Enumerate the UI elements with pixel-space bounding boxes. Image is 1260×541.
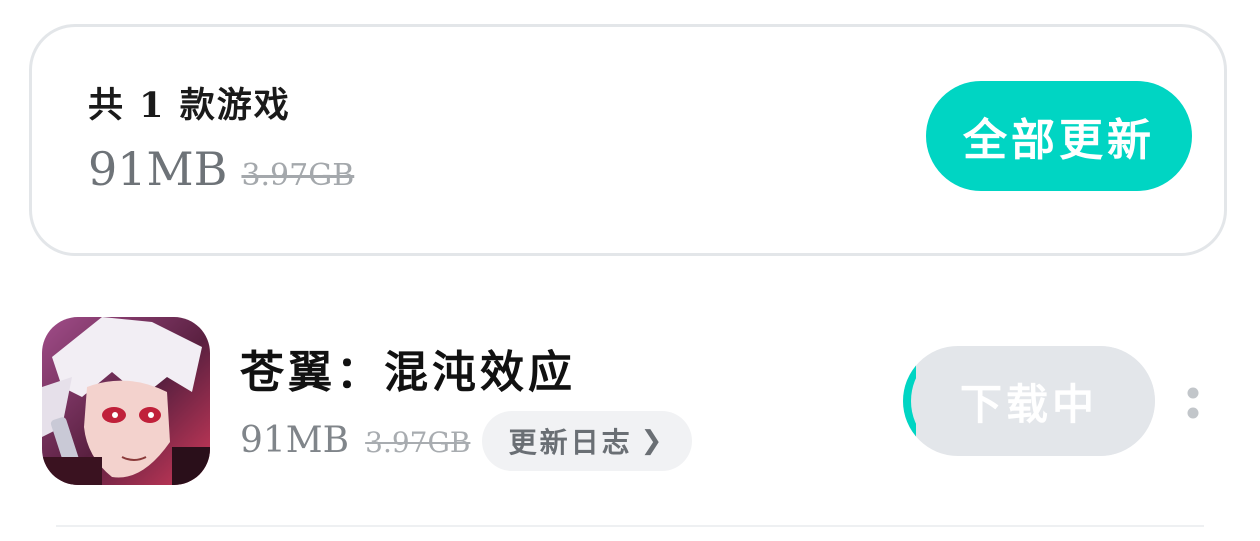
game-icon[interactable]	[42, 317, 210, 485]
game-size-row: 91MB 3.97GB	[240, 420, 470, 461]
total-size-row: 91MB 3.97GB	[88, 142, 354, 196]
more-vertical-icon[interactable]	[1184, 386, 1202, 420]
download-status-label: 下载中	[959, 379, 1098, 429]
game-artwork-icon	[42, 317, 210, 485]
update-summary-card: 共 1 款游戏 91MB 3.97GB 全部更新	[29, 24, 1227, 256]
download-button[interactable]: 下载中	[903, 346, 1155, 456]
total-download-size: 91MB	[88, 142, 228, 196]
game-download-size: 91MB	[240, 420, 350, 461]
changelog-button[interactable]: 更新日志 ❯	[482, 411, 692, 471]
changelog-label: 更新日志	[508, 426, 633, 459]
total-original-size: 3.97GB	[241, 158, 355, 193]
game-title[interactable]: 苍翼：混沌效应	[240, 336, 576, 400]
list-divider	[56, 525, 1204, 527]
game-original-size: 3.97GB	[365, 426, 471, 459]
chevron-right-icon: ❯	[640, 426, 666, 456]
game-count-title: 共 1 款游戏	[88, 85, 291, 126]
update-all-button[interactable]: 全部更新	[926, 81, 1192, 191]
